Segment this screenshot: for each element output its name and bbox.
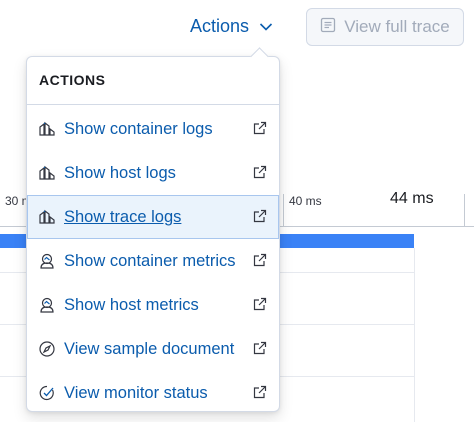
view-full-trace-button[interactable]: View full trace [306, 8, 464, 46]
tick-label-40: 40 ms [289, 194, 322, 208]
logs-app-icon [38, 208, 56, 226]
menu-item-show-container-logs[interactable]: Show container logs [27, 107, 279, 151]
external-link-icon [253, 297, 267, 311]
menu-item-label: Show host logs [64, 163, 176, 182]
menu-item-label: View sample document [64, 339, 235, 358]
chevron-down-icon [259, 16, 273, 37]
menu-item-view-monitor-status[interactable]: View monitor status [27, 371, 279, 415]
actions-dropdown-button[interactable]: Actions [190, 12, 273, 40]
popover-title: ACTIONS [39, 72, 106, 88]
menu-item-show-host-metrics[interactable]: Show host metrics [27, 283, 279, 327]
logs-app-icon [38, 164, 56, 182]
metrics-app-icon [38, 296, 56, 314]
logs-app-icon [38, 120, 56, 138]
external-link-icon [253, 121, 267, 135]
menu-item-label: Show container logs [64, 119, 213, 138]
external-link-icon [253, 209, 267, 223]
menu-item-show-container-metrics[interactable]: Show container metrics [27, 239, 279, 283]
actions-popover: ACTIONS Show container logs Show host lo… [26, 47, 280, 415]
actions-label: Actions [190, 15, 250, 36]
menu-item-show-trace-logs[interactable]: Show trace logs [27, 195, 279, 239]
menu-item-label: View monitor status [64, 383, 208, 402]
uptime-app-icon [38, 384, 56, 402]
popover-arrow [250, 47, 269, 66]
menu-item-label: Show container metrics [64, 251, 236, 270]
tick-line-40 [283, 194, 284, 226]
menu-item-view-sample-document[interactable]: View sample document [27, 327, 279, 371]
metrics-app-icon [38, 252, 56, 270]
external-link-icon [253, 253, 267, 267]
row-divider-vertical [414, 248, 415, 422]
view-full-trace-label: View full trace [344, 17, 450, 36]
tick-line-44 [464, 194, 465, 226]
external-link-icon [253, 341, 267, 355]
actions-menu: Show container logs Show host logs Show … [27, 107, 279, 415]
external-link-icon [253, 165, 267, 179]
document-icon [320, 17, 336, 38]
popover-divider [27, 104, 279, 105]
external-link-icon [253, 385, 267, 399]
menu-item-label: Show host metrics [64, 295, 199, 314]
menu-item-label: Show trace logs [64, 207, 182, 226]
menu-item-show-host-logs[interactable]: Show host logs [27, 151, 279, 195]
compass-icon [38, 340, 56, 358]
tick-label-44: 44 ms [390, 190, 434, 207]
